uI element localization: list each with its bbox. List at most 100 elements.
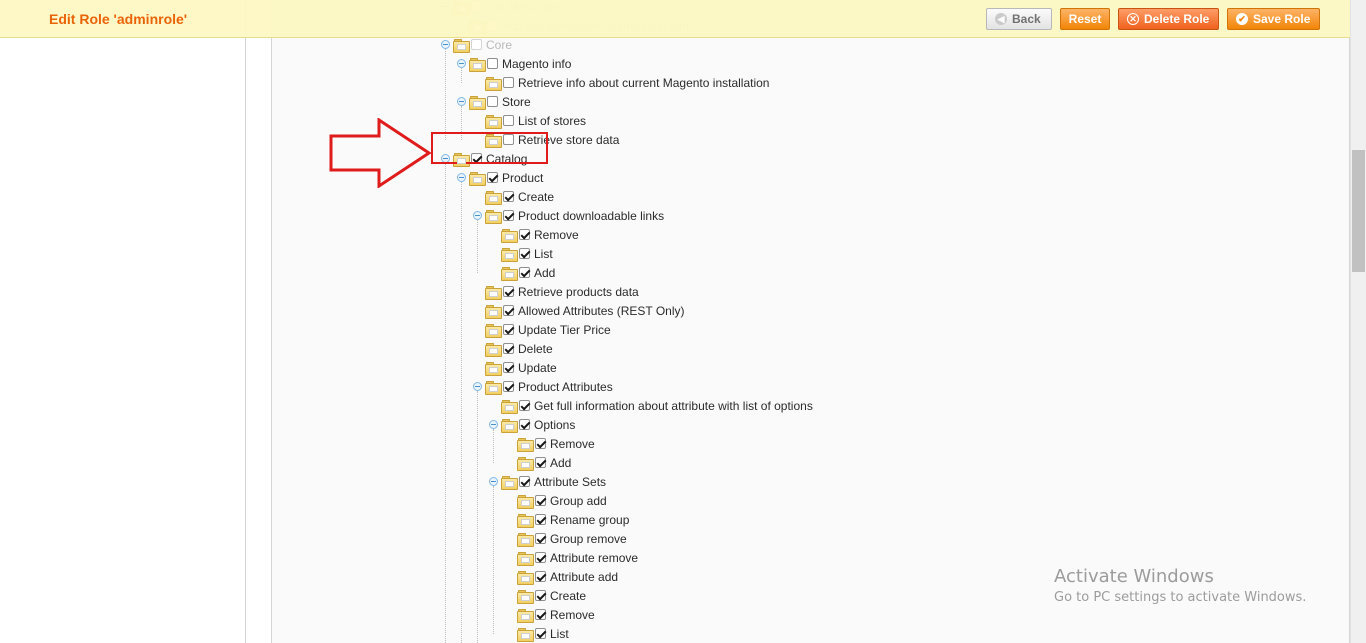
collapse-toggle-icon[interactable] [441,40,450,49]
tree-node-label[interactable]: Core [486,38,512,52]
tree-node-label[interactable]: List [534,247,553,261]
tree-node-label[interactable]: Get full information about attribute wit… [534,399,813,413]
tree-node[interactable]: Group add [505,491,607,510]
permission-checkbox[interactable] [535,495,546,506]
tree-node[interactable]: List [489,244,553,263]
permission-checkbox[interactable] [471,39,482,50]
permission-checkbox[interactable] [487,58,498,69]
permission-checkbox[interactable] [535,628,546,639]
tree-node-label[interactable]: Create [518,190,554,204]
tree-node-label[interactable]: Magento info [502,57,571,71]
tree-node[interactable]: Attribute remove [505,548,638,567]
permission-checkbox[interactable] [503,210,514,221]
collapse-toggle-icon[interactable] [457,97,466,106]
permission-checkbox[interactable] [503,115,514,126]
tree-node[interactable]: Update Tier Price [473,320,611,339]
tree-node-label[interactable]: Attribute remove [550,551,638,565]
tree-node[interactable]: Product Attributes [473,377,613,396]
tree-node[interactable]: Rename group [505,510,629,529]
tree-node[interactable]: Remove [489,225,579,244]
tree-node-label[interactable]: Remove [550,608,595,622]
tree-node-label[interactable]: Product downloadable links [518,209,664,223]
permission-checkbox[interactable] [535,514,546,525]
permission-checkbox[interactable] [519,400,530,411]
tree-node-label[interactable]: Rename group [550,513,629,527]
permission-checkbox[interactable] [503,305,514,316]
tree-node-label[interactable]: Attribute add [550,570,618,584]
tree-node[interactable]: Store [457,92,531,111]
tree-node-label[interactable]: Store [502,95,531,109]
permission-checkbox[interactable] [535,533,546,544]
tree-node[interactable]: List of stores [473,111,586,130]
tree-node-label[interactable]: Retrieve products data [518,285,639,299]
permission-checkbox[interactable] [535,571,546,582]
permission-checkbox[interactable] [535,590,546,601]
tree-node-label[interactable]: Group remove [550,532,627,546]
tree-node[interactable]: Group remove [505,529,627,548]
tree-node-label[interactable]: List [550,627,569,641]
permission-checkbox[interactable] [535,438,546,449]
tree-node[interactable]: Add [505,453,571,472]
tree-node[interactable]: Update [473,358,557,377]
tree-node-label[interactable]: Update [518,361,557,375]
collapse-toggle-icon[interactable] [473,382,482,391]
collapse-toggle-icon[interactable] [473,211,482,220]
permission-checkbox[interactable] [487,172,498,183]
reset-button[interactable]: Reset [1060,8,1110,30]
permission-checkbox[interactable] [503,286,514,297]
tree-node-label[interactable]: Retrieve info about current Magento inst… [518,76,769,90]
tree-node-label[interactable]: Remove [534,228,579,242]
permission-checkbox[interactable] [503,362,514,373]
tree-node[interactable]: Create [473,187,554,206]
permission-checkbox[interactable] [519,267,530,278]
scrollbar-thumb[interactable] [1352,150,1365,272]
tree-node-label[interactable]: Create [550,589,586,603]
tree-node[interactable]: Attribute add [505,567,618,586]
tree-node-label[interactable]: Update Tier Price [518,323,611,337]
tree-node-label[interactable]: Product Attributes [518,380,613,394]
tree-node[interactable]: Product downloadable links [473,206,664,225]
collapse-toggle-icon[interactable] [457,59,466,68]
permission-checkbox[interactable] [535,552,546,563]
delete-role-button[interactable]: ✕ Delete Role [1118,8,1219,30]
tree-node-label[interactable]: Options [534,418,575,432]
permission-checkbox[interactable] [535,609,546,620]
vertical-scrollbar[interactable] [1350,0,1366,643]
tree-node[interactable]: Allowed Attributes (REST Only) [473,301,685,320]
save-role-button[interactable]: ✔ Save Role [1227,8,1320,30]
tree-node-label[interactable]: Group add [550,494,607,508]
permission-checkbox[interactable] [519,229,530,240]
tree-node-label[interactable]: Allowed Attributes (REST Only) [518,304,685,318]
back-button[interactable]: ◀ Back [986,8,1052,30]
tree-node-label[interactable]: Add [550,456,571,470]
permission-checkbox[interactable] [519,476,530,487]
tree-node[interactable]: Magento info [457,54,571,73]
permission-checkbox[interactable] [503,191,514,202]
permission-checkbox[interactable] [503,77,514,88]
tree-node-label[interactable]: Add [534,266,555,280]
permission-checkbox[interactable] [503,324,514,335]
tree-node-label[interactable]: Remove [550,437,595,451]
tree-node-label[interactable]: Attribute Sets [534,475,606,489]
permission-checkbox[interactable] [519,248,530,259]
tree-node[interactable]: Product [457,168,543,187]
tree-node[interactable]: Remove [505,605,595,624]
tree-node[interactable]: Create [505,586,586,605]
permission-checkbox[interactable] [487,96,498,107]
tree-node[interactable]: Add [489,263,555,282]
tree-node[interactable]: Get full information about attribute wit… [489,396,813,415]
tree-node-label[interactable]: List of stores [518,114,586,128]
tree-node[interactable]: Remove [505,434,595,453]
permission-checkbox[interactable] [519,419,530,430]
collapse-toggle-icon[interactable] [457,173,466,182]
permission-checkbox[interactable] [535,457,546,468]
tree-node-label[interactable]: Delete [518,342,553,356]
tree-node[interactable]: Retrieve info about current Magento inst… [473,73,769,92]
collapse-toggle-icon[interactable] [489,477,498,486]
permission-checkbox[interactable] [503,381,514,392]
tree-node[interactable]: Retrieve products data [473,282,639,301]
tree-node[interactable]: Delete [473,339,553,358]
tree-node[interactable]: Attribute Sets [489,472,606,491]
tree-node[interactable]: List [505,624,569,643]
tree-node-label[interactable]: Product [502,171,543,185]
